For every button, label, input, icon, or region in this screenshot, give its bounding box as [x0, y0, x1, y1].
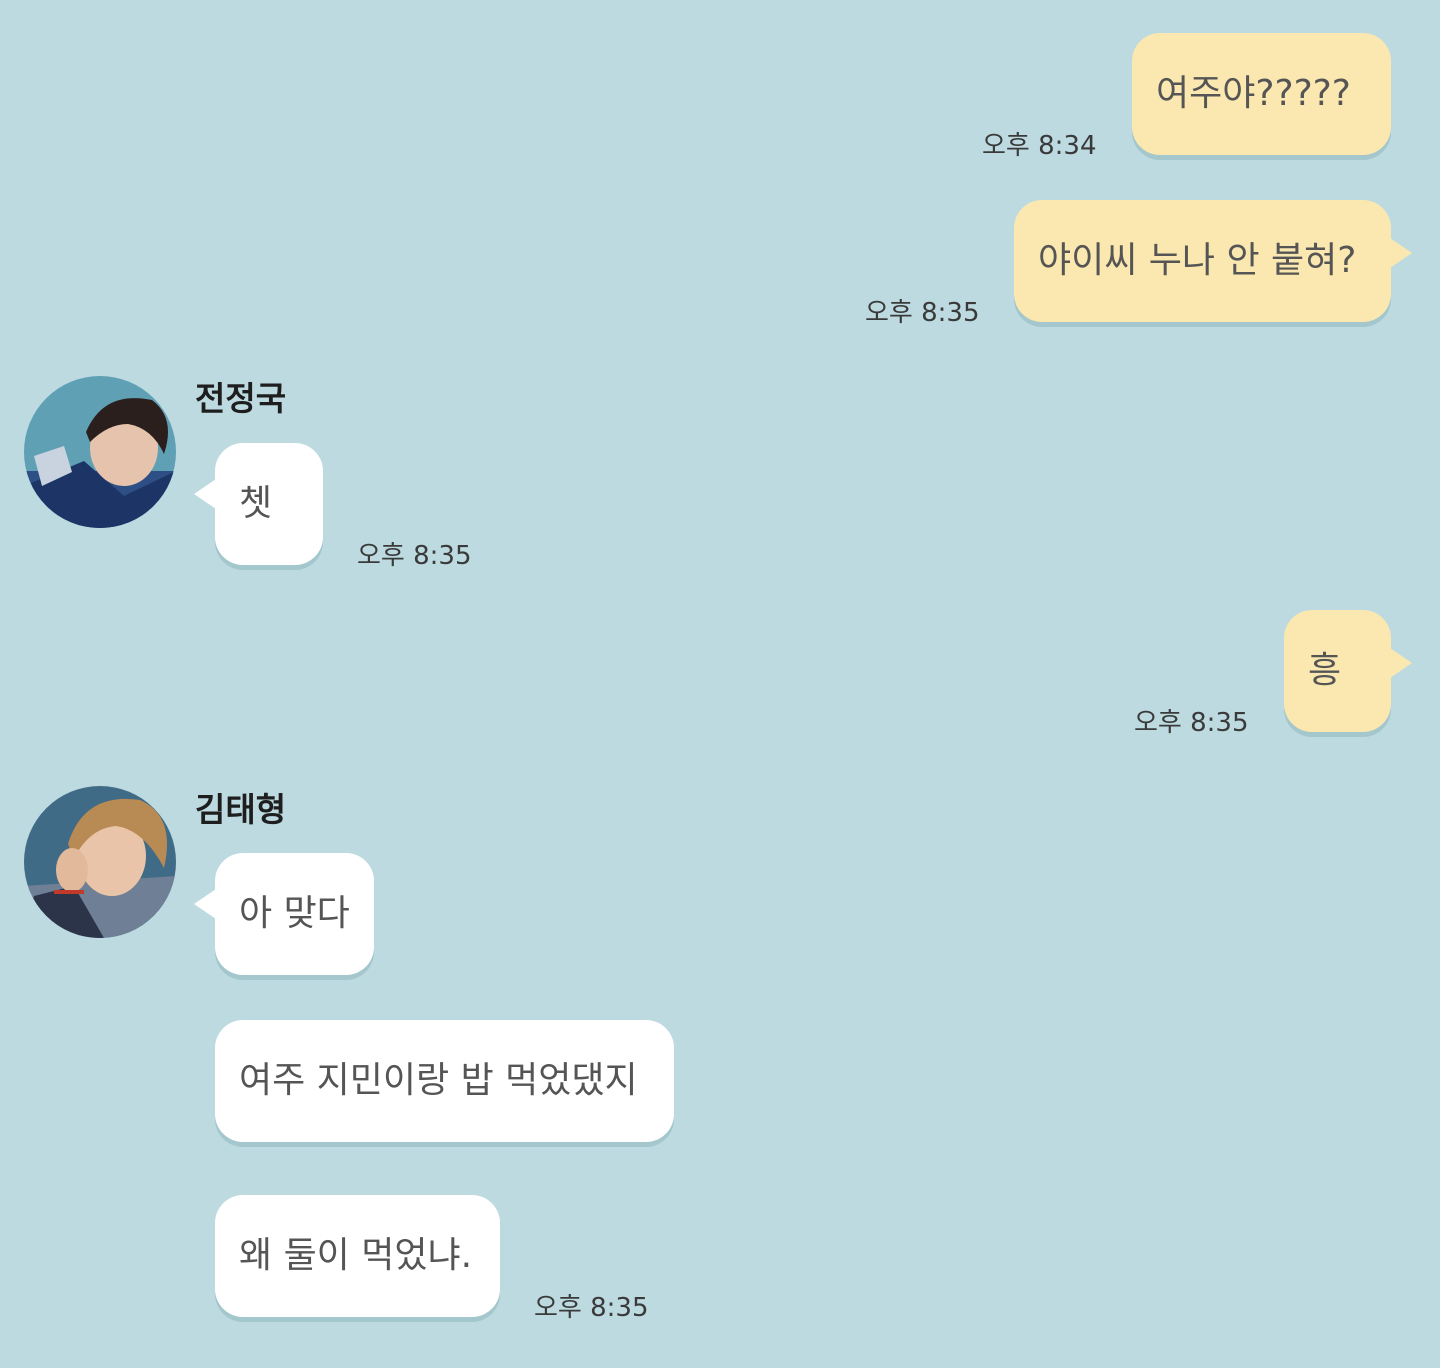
their-message-bubble[interactable]: 여주 지민이랑 밥 먹었댔지	[215, 1020, 674, 1142]
message-timestamp: 오후 8:35	[865, 298, 980, 328]
sender-name: 김태형	[195, 790, 287, 829]
profile-photo-icon	[24, 786, 176, 938]
chat-area[interactable]: 여주야????? 오후 8:34 야이씨 누나 안 붙혀? 오후 8:35 전정…	[0, 0, 1440, 1368]
message-text: 여주 지민이랑 밥 먹었댔지	[239, 1060, 638, 1101]
their-message-bubble[interactable]: 왜 둘이 먹었냐.	[215, 1195, 500, 1317]
message-timestamp: 오후 8:35	[357, 541, 472, 571]
my-message-bubble[interactable]: 야이씨 누나 안 붙혀?	[1014, 200, 1412, 322]
message-text: 아 맞다	[239, 893, 350, 934]
message-timestamp: 오후 8:35	[1134, 708, 1249, 738]
message-text: 왜 둘이 먹었냐.	[239, 1235, 473, 1276]
message-text: 여주야?????	[1156, 73, 1351, 114]
message-timestamp: 오후 8:34	[982, 131, 1097, 161]
avatar-jeongguk[interactable]	[24, 376, 176, 528]
message-text: 흥	[1308, 650, 1342, 691]
their-message-bubble[interactable]: 아 맞다	[194, 853, 374, 975]
profile-photo-icon	[24, 376, 176, 528]
my-message-bubble[interactable]: 흥	[1284, 610, 1412, 732]
their-message-bubble[interactable]: 쳇	[194, 443, 323, 565]
my-message-bubble[interactable]: 여주야?????	[1132, 33, 1391, 155]
message-timestamp: 오후 8:35	[534, 1293, 649, 1323]
message-text: 쳇	[239, 483, 273, 524]
message-text: 야이씨 누나 안 붙혀?	[1038, 240, 1357, 281]
sender-name: 전정국	[195, 379, 287, 418]
avatar-taehyung[interactable]	[24, 786, 176, 938]
